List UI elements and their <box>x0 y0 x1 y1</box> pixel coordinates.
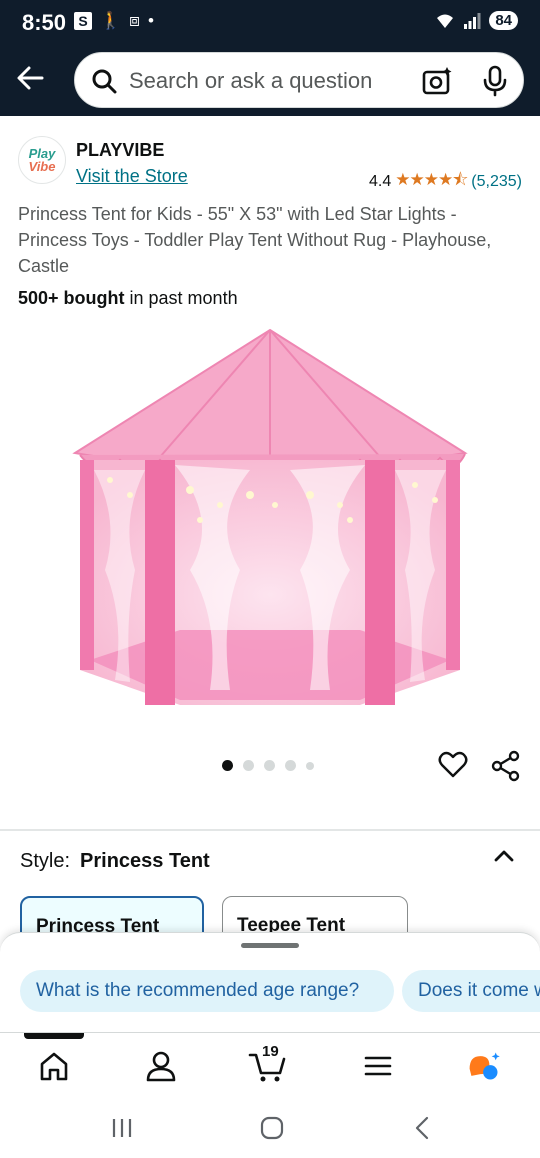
walking-icon: 🚶 <box>100 11 122 30</box>
carousel-dot[interactable] <box>306 761 314 770</box>
status-time: 8:50 <box>22 10 67 35</box>
product-image[interactable] <box>70 320 470 720</box>
brand-name: PLAYVIBE <box>76 140 165 160</box>
back-arrow-icon[interactable] <box>14 62 46 94</box>
carousel-dot[interactable] <box>285 760 296 771</box>
rating-summary[interactable]: 4.4 ★★★★⯪ (5,235) <box>369 167 522 196</box>
rufus-assistant-icon[interactable] <box>466 1049 502 1083</box>
share-icon[interactable] <box>490 750 522 782</box>
search-placeholder: Search or ask a question <box>129 68 373 93</box>
cart-count: 19 <box>262 1043 279 1060</box>
system-home-icon[interactable] <box>260 1116 284 1140</box>
screenshot-icon: ⧈ <box>129 11 140 30</box>
carousel-dot[interactable] <box>243 760 254 771</box>
image-carousel-dots[interactable] <box>222 760 314 771</box>
system-navigation-bar <box>0 1092 540 1158</box>
account-icon[interactable] <box>143 1049 179 1083</box>
status-icons-left: S 🚶 ⧈ • <box>74 12 154 30</box>
search-input[interactable]: Search or ask a question <box>74 52 524 108</box>
cart-button[interactable]: 19 <box>248 1043 286 1083</box>
bought-suffix: in past month <box>124 288 238 308</box>
s-app-icon: S <box>74 12 92 30</box>
system-back-icon[interactable] <box>412 1116 432 1140</box>
bought-count: 500+ bought <box>18 288 125 308</box>
camera-search-icon[interactable] <box>421 65 453 97</box>
microphone-icon[interactable] <box>481 65 509 97</box>
menu-icon[interactable] <box>360 1049 396 1083</box>
search-icon <box>92 69 117 94</box>
visit-store-link[interactable]: Visit the Store <box>76 166 188 187</box>
notification-dot-icon: • <box>147 11 154 30</box>
carousel-dot-active[interactable] <box>222 760 233 771</box>
signal-icon <box>464 12 481 29</box>
purchase-stats: 500+ bought in past month <box>18 288 238 309</box>
suggestion-chip[interactable]: Does it come with <box>402 970 540 1012</box>
style-label: Style: <box>20 850 71 872</box>
suggestions-sheet: What is the recommended age range? Does … <box>0 932 540 1032</box>
status-bar: 8:50 S 🚶 ⧈ • 84 <box>0 0 540 46</box>
rating-count-link[interactable]: (5,235) <box>471 173 522 191</box>
suggestion-chip[interactable]: What is the recommended age range? <box>20 970 394 1012</box>
logo-text-bottom: Vibe <box>28 159 56 174</box>
rating-value: 4.4 <box>368 172 392 190</box>
star-rating-icon: ★★★★⯪ <box>395 170 468 189</box>
sheet-drag-handle[interactable] <box>241 943 299 948</box>
home-icon[interactable] <box>36 1049 72 1083</box>
style-value: Princess Tent <box>80 850 210 872</box>
battery-indicator: 84 <box>489 11 518 30</box>
section-divider <box>0 829 540 831</box>
heart-icon[interactable] <box>438 750 468 780</box>
wifi-icon <box>437 14 454 28</box>
style-selector-header: Style: Princess Tent <box>20 850 210 873</box>
active-tab-indicator <box>24 1033 84 1039</box>
chevron-up-icon[interactable] <box>490 844 518 868</box>
recent-apps-icon[interactable] <box>110 1117 134 1139</box>
carousel-dot[interactable] <box>264 760 275 771</box>
status-icons-right: 84 <box>435 11 518 30</box>
product-title: Princess Tent for Kids - 55" X 53" with … <box>18 204 492 276</box>
search-header: Search or ask a question <box>0 46 540 116</box>
store-logo[interactable]: Play Vibe <box>18 136 66 184</box>
bottom-nav: 19 <box>0 1032 540 1092</box>
